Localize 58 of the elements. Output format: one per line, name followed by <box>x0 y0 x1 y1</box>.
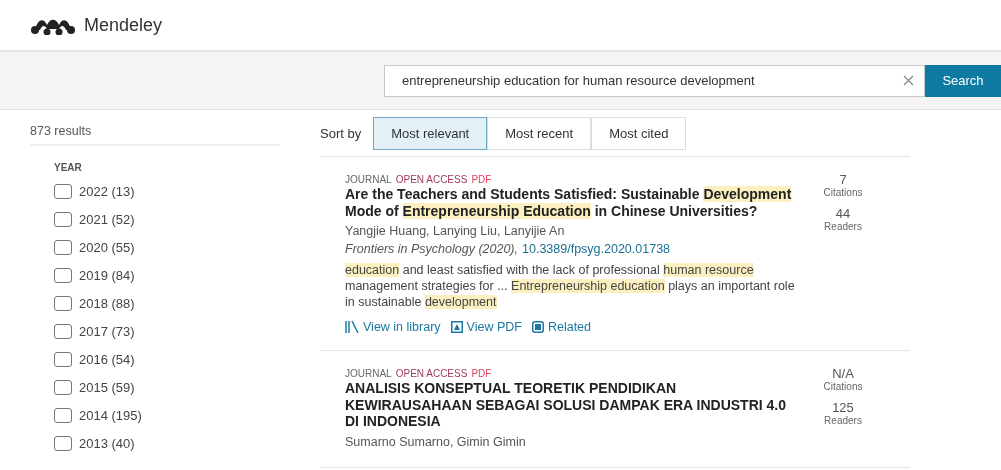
pdf-icon <box>450 321 463 333</box>
related-link[interactable]: Related <box>531 320 591 334</box>
type-tag: JOURNAL <box>345 368 392 379</box>
authors: Sumarno Sumarno, Gimin Gimin <box>345 433 527 451</box>
filter-label: 2021 (52) <box>79 211 135 227</box>
checkbox[interactable] <box>54 211 72 227</box>
checkbox[interactable] <box>54 183 72 199</box>
filter-label: 2019 (84) <box>79 267 135 283</box>
checkbox[interactable] <box>54 323 72 339</box>
readers-label: Readers <box>824 415 862 426</box>
view-library-link[interactable]: View in library <box>345 320 441 334</box>
filter-label: 2013 (40) <box>79 435 135 451</box>
result-title[interactable]: Are the Teachers and Students Satisfied: Sustainable Development Mode of Entrepreneurship Education in Chinese Universities? <box>345 186 800 219</box>
filter-label: 2015 (59) <box>79 379 135 395</box>
filter-label: 2016 (54) <box>79 351 135 367</box>
results-count: 873 results <box>30 124 280 146</box>
checkbox[interactable] <box>54 351 72 367</box>
checkbox[interactable] <box>54 435 72 451</box>
checkbox[interactable] <box>54 267 72 283</box>
checkbox[interactable] <box>54 295 72 311</box>
result-title[interactable]: ANALISIS KONSEPTUAL TEORETIK PENDIDIKAN KEWIRAUSAHAAN SEBAGAI SOLUSI DAMPAK ERA INDUSTRI 4.0 DI INDONESIA <box>345 380 800 430</box>
sort-option[interactable]: Most relevant <box>373 116 488 150</box>
readers-count: 125 <box>832 401 854 415</box>
abstract-snippet: education and least satisfied with the lack of professional human resource management strategies for ... Entrepreneurship education plays an important role in sustainable development <box>345 262 796 310</box>
doi-link[interactable]: 10.3389/fpsyg.2020.01738 <box>522 240 671 258</box>
sort-option[interactable]: Most cited <box>591 116 687 150</box>
filter-label: 2020 (55) <box>79 239 135 255</box>
checkbox[interactable] <box>54 379 72 395</box>
citations-label: Citations <box>823 381 863 392</box>
checkbox[interactable] <box>54 407 72 423</box>
checkbox[interactable] <box>54 239 72 255</box>
access-tag: OPEN ACCESS <box>395 174 468 185</box>
citations-count: 7 <box>839 173 847 187</box>
search-button[interactable]: Search <box>925 64 1001 97</box>
citations-label: Citations <box>823 187 863 198</box>
format-tag: PDF <box>471 174 492 185</box>
search-input[interactable]: entrepreneurship education for human resource development <box>400 72 903 89</box>
filter-label: 2018 (88) <box>79 295 135 311</box>
authors: Yangjie Huang, Lanying Liu, Lanyijie An <box>345 223 566 240</box>
access-tag: OPEN ACCESS <box>395 368 468 379</box>
sort-label: Sort by <box>320 125 362 141</box>
view-pdf-link[interactable]: View PDF <box>450 320 522 334</box>
readers-count: 44 <box>835 207 851 221</box>
type-tag: JOURNAL <box>345 174 392 185</box>
filter-label: 2014 (195) <box>79 407 142 423</box>
search-field[interactable]: entrepreneurship education for human resource development <box>384 64 925 97</box>
brand-name: Mendeley <box>84 14 163 36</box>
library-icon <box>345 321 359 333</box>
sort-option[interactable]: Most recent <box>487 116 592 150</box>
filter-label: 2022 (13) <box>79 183 135 199</box>
citations-count: N/A <box>832 367 854 381</box>
close-icon[interactable] <box>903 75 914 86</box>
filter-label: 2017 (73) <box>79 323 135 339</box>
format-tag: PDF <box>471 368 492 379</box>
journal-source: Frontiers in Psychology (2020), <box>345 241 518 258</box>
filter-heading: YEAR <box>54 162 83 173</box>
readers-label: Readers <box>824 221 862 232</box>
related-icon <box>531 321 544 333</box>
